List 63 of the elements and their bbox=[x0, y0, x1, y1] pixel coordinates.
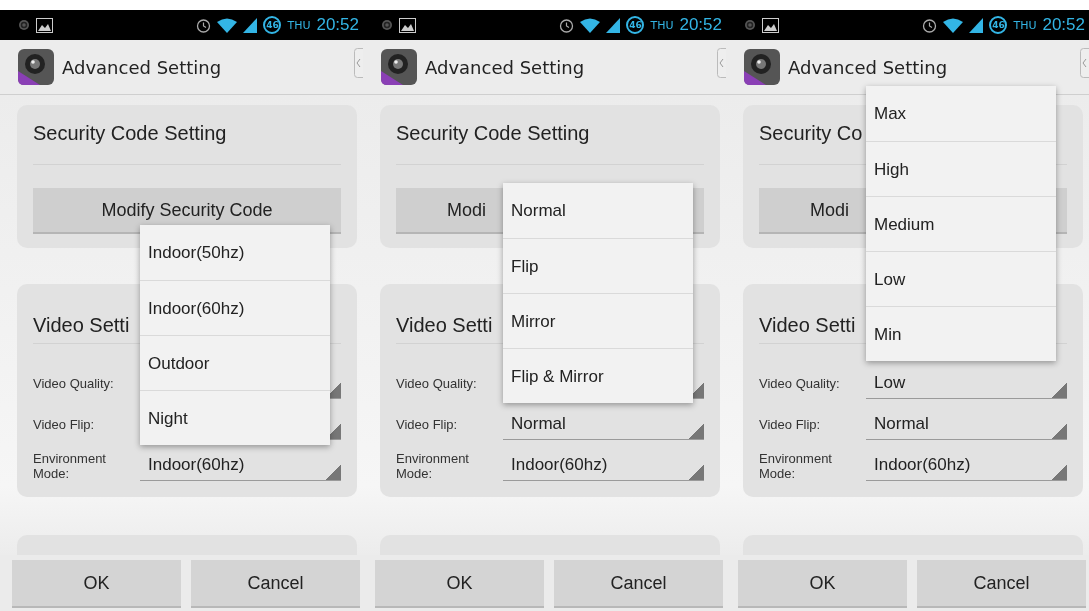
dialog-button[interactable]: OK bbox=[375, 560, 544, 608]
dialog-button[interactable]: OK bbox=[738, 560, 907, 608]
field-label: Video Quality: bbox=[33, 376, 115, 391]
section-heading: Video Setti bbox=[33, 313, 130, 338]
field-label: Environment Mode: bbox=[759, 450, 833, 481]
menu-option[interactable]: Mirror bbox=[503, 293, 693, 348]
section-heading: Video Setti bbox=[759, 313, 856, 338]
camera-lens-icon bbox=[744, 49, 780, 85]
picture-icon bbox=[762, 17, 779, 33]
dialog-button[interactable]: Cancel bbox=[554, 560, 723, 608]
field-label: Environment Mode: bbox=[396, 450, 470, 481]
day-label: THU bbox=[650, 18, 674, 32]
drawer-handle-icon[interactable] bbox=[717, 48, 726, 78]
menu-option[interactable]: High bbox=[866, 141, 1056, 196]
day-label: THU bbox=[287, 18, 311, 32]
section-heading: Security Co bbox=[759, 121, 863, 146]
camera-lens-icon bbox=[18, 49, 54, 85]
menu-option[interactable]: Indoor(60hz) bbox=[140, 280, 330, 335]
wifi-icon bbox=[580, 17, 601, 33]
drawer-handle-icon[interactable] bbox=[1080, 48, 1089, 78]
clock-time: 20:52 bbox=[679, 15, 722, 35]
field-label: Video Quality: bbox=[396, 376, 478, 391]
field-label: Video Quality: bbox=[759, 376, 841, 391]
field-label: Video Flip: bbox=[33, 417, 96, 432]
picture-icon bbox=[399, 17, 416, 33]
alarm-clock-icon bbox=[922, 17, 938, 33]
field-label: Environment Mode: bbox=[33, 450, 107, 481]
menu-option[interactable]: Flip & Mirror bbox=[503, 348, 693, 403]
alarm-clock-icon bbox=[559, 17, 575, 33]
menu-option[interactable]: Low bbox=[866, 251, 1056, 306]
menu-option[interactable]: Flip bbox=[503, 238, 693, 293]
section-heading: Security Code Setting bbox=[396, 121, 590, 146]
battery-level: 46 bbox=[626, 16, 645, 34]
clock-time: 20:52 bbox=[316, 15, 359, 35]
menu-option[interactable]: Max bbox=[866, 86, 1056, 141]
menu-option[interactable]: Night bbox=[140, 390, 330, 445]
field-label: Video Flip: bbox=[396, 417, 459, 432]
menu-option[interactable]: Medium bbox=[866, 196, 1056, 251]
screen-title: Advanced Setting bbox=[788, 56, 948, 78]
battery-level: 46 bbox=[263, 16, 282, 34]
day-label: THU bbox=[1013, 18, 1037, 32]
dialog-button[interactable]: OK bbox=[12, 560, 181, 608]
screen-title: Advanced Setting bbox=[62, 56, 222, 78]
wifi-icon bbox=[217, 17, 238, 33]
signal-icon bbox=[969, 17, 984, 33]
alarm-clock-icon bbox=[196, 17, 212, 33]
menu-option[interactable]: Outdoor bbox=[140, 335, 330, 390]
drawer-handle-icon[interactable] bbox=[354, 48, 363, 78]
camera-lens-icon bbox=[381, 49, 417, 85]
dialog-button[interactable]: Cancel bbox=[191, 560, 360, 608]
signal-icon bbox=[243, 17, 258, 33]
section-heading: Video Setti bbox=[396, 313, 493, 338]
signal-icon bbox=[606, 17, 621, 33]
battery-level: 46 bbox=[989, 16, 1008, 34]
wifi-icon bbox=[943, 17, 964, 33]
clock-time: 20:52 bbox=[1042, 15, 1085, 35]
field-label: Video Flip: bbox=[759, 417, 822, 432]
menu-option[interactable]: Min bbox=[866, 306, 1056, 361]
section-heading: Security Code Setting bbox=[33, 121, 227, 146]
dialog-button[interactable]: Cancel bbox=[917, 560, 1086, 608]
menu-option[interactable]: Normal bbox=[503, 183, 693, 238]
screen-title: Advanced Setting bbox=[425, 56, 585, 78]
picture-icon bbox=[36, 17, 53, 33]
